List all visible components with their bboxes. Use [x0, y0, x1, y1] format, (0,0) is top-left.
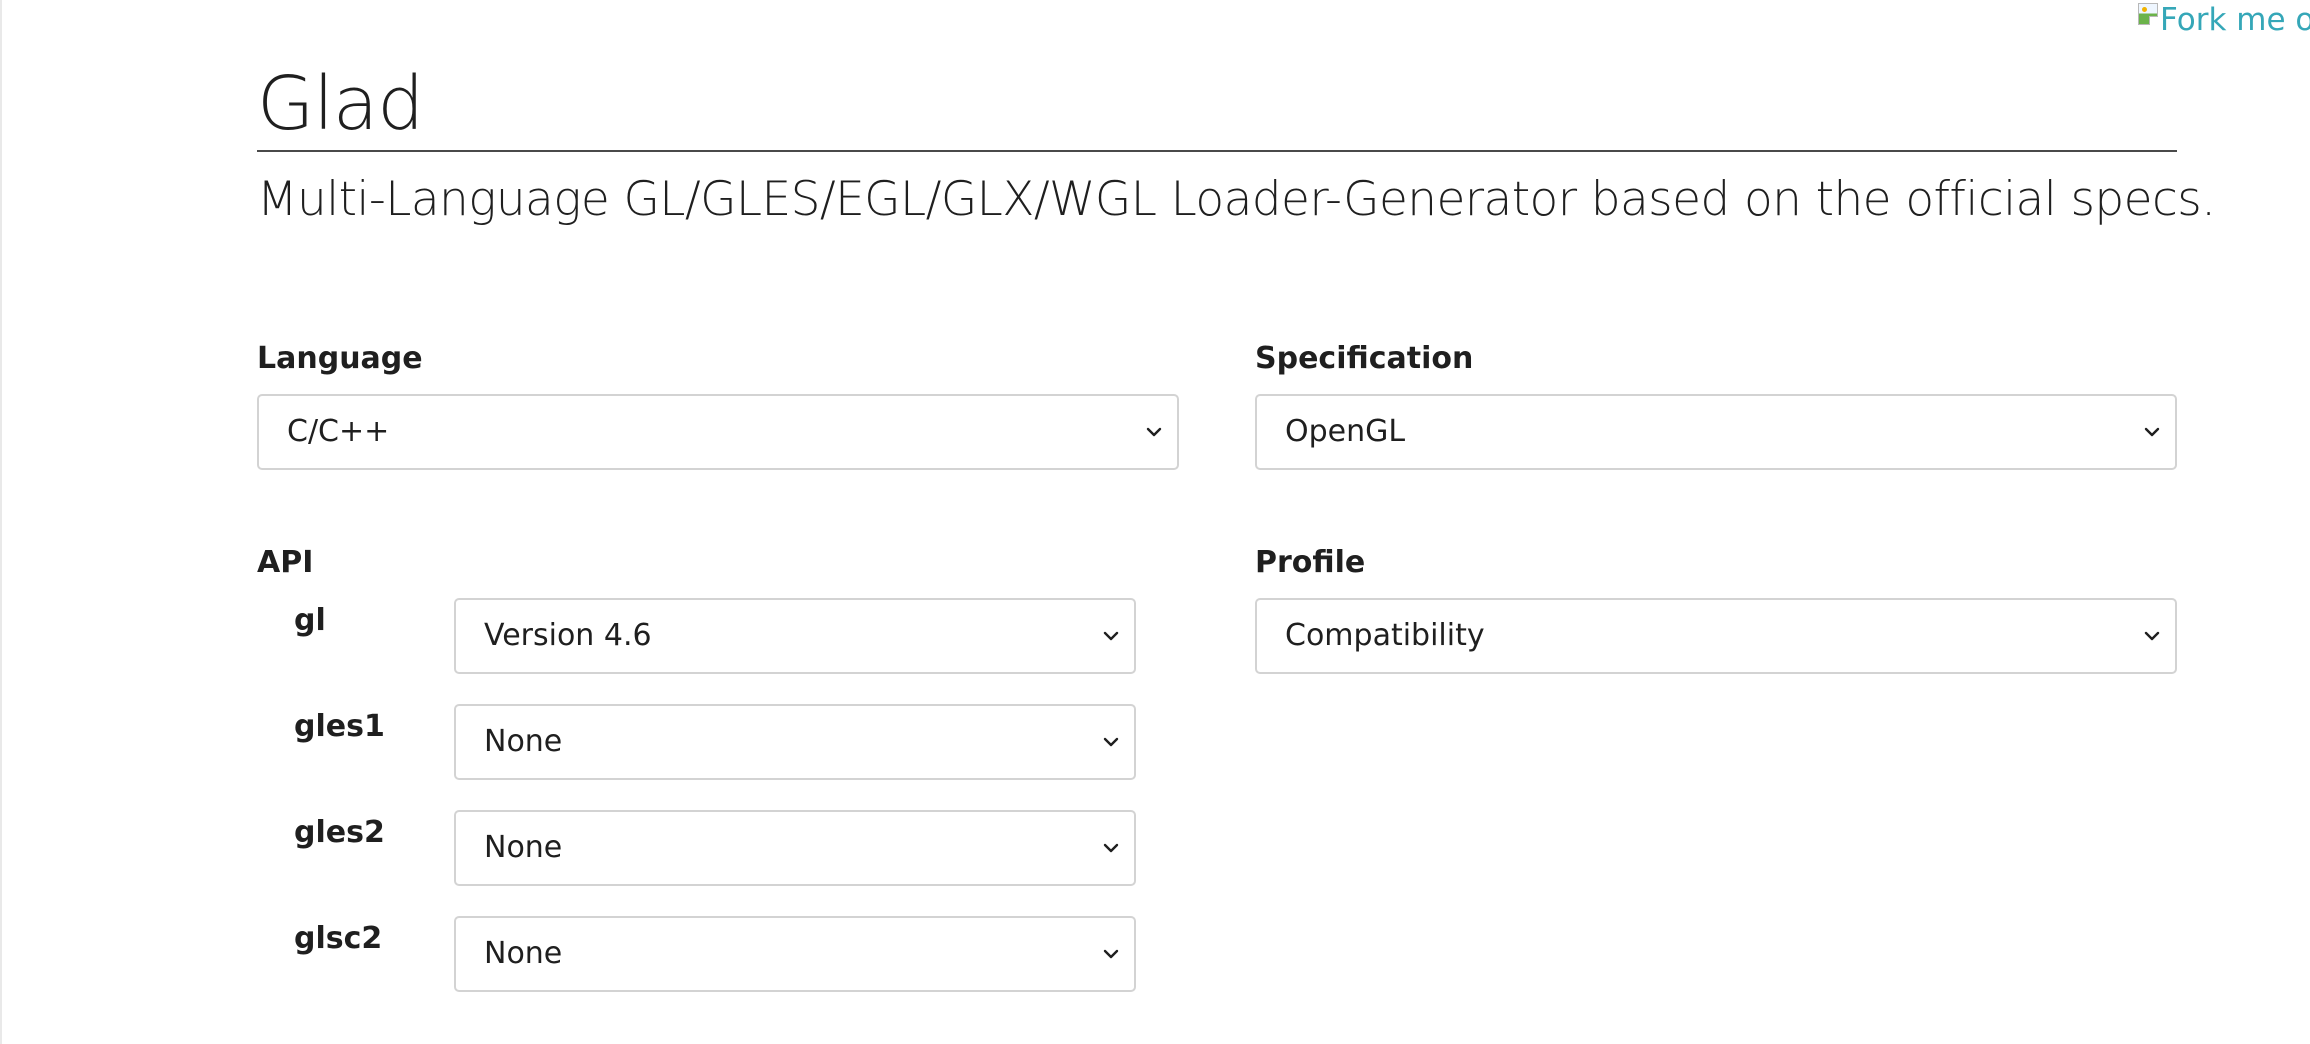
gles2-version-select-value: None [484, 830, 563, 865]
profile-label: Profile [1255, 545, 1366, 580]
gl-version-select[interactable]: Version 4.6 [454, 598, 1136, 674]
api-row-label-gles1: gles1 [294, 709, 385, 744]
chevron-down-icon [1102, 627, 1120, 645]
glsc2-version-select[interactable]: None [454, 916, 1136, 992]
api-label: API [257, 545, 314, 580]
gles1-version-select-value: None [484, 724, 563, 759]
specification-label: Specification [1255, 341, 1474, 376]
chevron-down-icon [1102, 839, 1120, 857]
specification-select-value: OpenGL [1285, 414, 1406, 449]
language-select[interactable]: C/C++ [257, 394, 1179, 470]
chevron-down-icon [2143, 627, 2161, 645]
api-row-label-gl: gl [294, 603, 326, 638]
broken-image-icon [2138, 3, 2158, 25]
gles2-version-select[interactable]: None [454, 810, 1136, 886]
page: Fork me on GitHub Glad Multi-Language GL… [0, 0, 2310, 1044]
chevron-down-icon [1145, 423, 1163, 441]
chevron-down-icon [1102, 733, 1120, 751]
specification-select[interactable]: OpenGL [1255, 394, 2177, 470]
chevron-down-icon [1102, 945, 1120, 963]
language-label: Language [257, 341, 423, 376]
page-subtitle: Multi-Language GL/GLES/EGL/GLX/WGL Loade… [257, 172, 2216, 227]
chevron-down-icon [2143, 423, 2161, 441]
left-edge-divider [0, 0, 2, 1044]
title-divider [257, 150, 2177, 152]
profile-select-value: Compatibility [1285, 618, 1485, 653]
gl-version-select-value: Version 4.6 [484, 618, 652, 653]
glsc2-version-select-value: None [484, 936, 563, 971]
profile-select[interactable]: Compatibility [1255, 598, 2177, 674]
fork-link-alt-text: Fork me on GitHub [2160, 2, 2310, 38]
api-row-label-gles2: gles2 [294, 815, 385, 850]
api-row-label-glsc2: glsc2 [294, 921, 383, 956]
gles1-version-select[interactable]: None [454, 704, 1136, 780]
page-title: Glad [257, 61, 424, 147]
fork-me-on-github-link[interactable]: Fork me on GitHub [2138, 0, 2310, 40]
language-select-value: C/C++ [287, 414, 390, 449]
